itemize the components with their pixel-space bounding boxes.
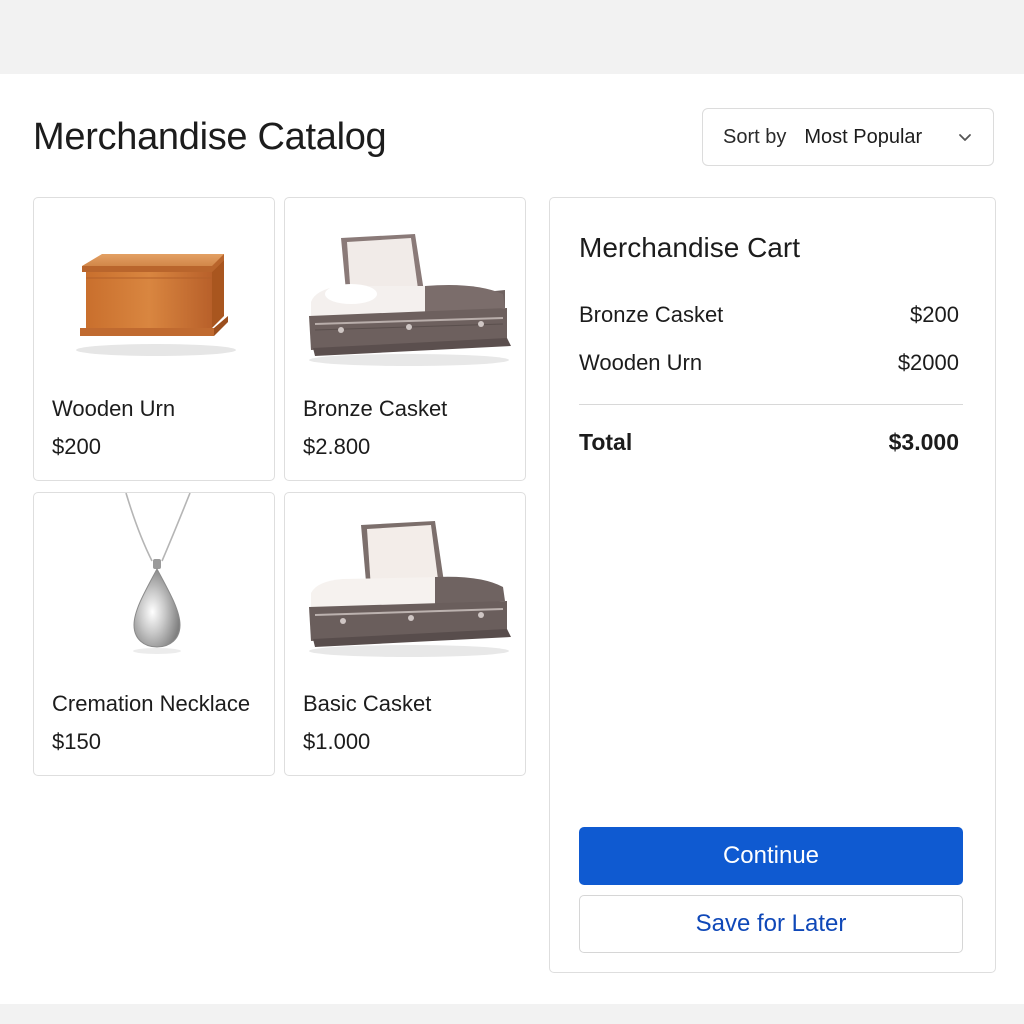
product-price: $2.800 bbox=[303, 434, 371, 459]
product-name: Wooden Urn bbox=[52, 396, 176, 421]
cart-line-item: Bronze Casket $200 bbox=[579, 302, 959, 328]
sort-dropdown[interactable]: Sort by Most Popular bbox=[702, 108, 994, 166]
cart-item-name: Wooden Urn bbox=[579, 350, 703, 375]
total-label: Total bbox=[579, 429, 633, 455]
product-price: $1.000 bbox=[303, 729, 371, 754]
product-name: Cremation Necklace bbox=[52, 691, 251, 716]
cremation-necklace-image bbox=[125, 493, 191, 654]
sort-label: Sort by bbox=[723, 125, 787, 148]
product-card-wooden-urn[interactable]: Wooden Urn $200 bbox=[33, 197, 275, 481]
save-for-later-button[interactable]: Save for Later bbox=[579, 895, 963, 953]
wooden-urn-image bbox=[76, 254, 236, 356]
product-card-bronze-casket[interactable]: Bronze Casket $2.800 bbox=[284, 197, 526, 481]
total-value: $3.000 bbox=[888, 429, 959, 455]
merchandise-cart: Merchandise Cart Bronze Casket $200 Wood… bbox=[549, 197, 996, 973]
product-price: $150 bbox=[52, 729, 101, 754]
bronze-casket-image bbox=[309, 234, 511, 366]
cart-item-price: $2000 bbox=[897, 350, 959, 375]
basic-casket-image bbox=[309, 521, 511, 657]
catalog-page: Merchandise Catalog Sort by Most Popular bbox=[0, 74, 1024, 1004]
cart-item-price: $200 bbox=[910, 302, 959, 327]
sort-value: Most Popular bbox=[804, 125, 923, 148]
product-card-basic-casket[interactable]: Basic Casket $1.000 bbox=[284, 492, 526, 776]
cart-line-item: Wooden Urn $2000 bbox=[579, 350, 959, 376]
product-name: Basic Casket bbox=[303, 691, 432, 716]
cart-title: Merchandise Cart bbox=[579, 232, 800, 263]
continue-button[interactable]: Continue bbox=[579, 827, 963, 885]
chevron-down-icon bbox=[959, 134, 971, 141]
product-price: $200 bbox=[52, 434, 101, 459]
cart-total-row: Total $3.000 bbox=[579, 429, 959, 456]
cart-divider bbox=[579, 404, 963, 405]
page-title: Merchandise Catalog bbox=[33, 116, 387, 158]
product-card-cremation-necklace[interactable]: Cremation Necklace $150 bbox=[33, 492, 275, 776]
product-name: Bronze Casket bbox=[303, 396, 448, 421]
cart-item-name: Bronze Casket bbox=[579, 302, 724, 327]
